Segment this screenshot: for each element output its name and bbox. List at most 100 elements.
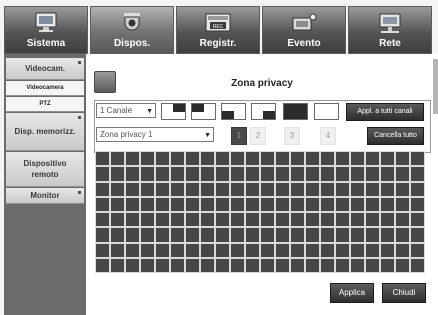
mask-cell[interactable]	[171, 152, 184, 166]
privacy-mask-grid[interactable]	[95, 151, 425, 273]
mask-cell[interactable]	[306, 197, 319, 211]
mask-cell[interactable]	[111, 167, 124, 181]
mask-cell[interactable]	[126, 243, 139, 257]
mask-cell[interactable]	[186, 152, 199, 166]
mask-cell[interactable]	[381, 258, 394, 272]
mask-cell[interactable]	[141, 228, 154, 242]
mask-cell[interactable]	[246, 197, 259, 211]
mask-cell[interactable]	[126, 182, 139, 196]
mask-cell[interactable]	[96, 258, 109, 272]
tab-evento[interactable]: Evento	[262, 6, 346, 54]
mask-cell[interactable]	[126, 228, 139, 242]
mask-cell[interactable]	[201, 167, 214, 181]
mask-cell[interactable]	[321, 243, 334, 257]
mask-cell[interactable]	[396, 228, 409, 242]
mask-cell[interactable]	[186, 213, 199, 227]
mask-cell[interactable]	[216, 258, 229, 272]
zone-number-3[interactable]: 3	[284, 127, 300, 145]
mask-cell[interactable]	[306, 182, 319, 196]
mask-cell[interactable]	[366, 182, 379, 196]
mask-cell[interactable]	[216, 152, 229, 166]
mask-cell[interactable]	[306, 243, 319, 257]
mask-cell[interactable]	[111, 182, 124, 196]
mask-cell[interactable]	[111, 228, 124, 242]
mask-cell[interactable]	[351, 197, 364, 211]
mask-cell[interactable]	[96, 152, 109, 166]
mask-cell[interactable]	[246, 213, 259, 227]
mask-cell[interactable]	[291, 228, 304, 242]
mask-cell[interactable]	[216, 213, 229, 227]
mask-cell[interactable]	[366, 213, 379, 227]
mask-cell[interactable]	[261, 228, 274, 242]
tab-rete[interactable]: Rete	[348, 6, 432, 54]
mask-cell[interactable]	[156, 182, 169, 196]
mask-cell[interactable]	[276, 152, 289, 166]
mask-cell[interactable]	[186, 258, 199, 272]
tab-sistema[interactable]: Sistema	[4, 6, 88, 54]
sidebar-item-disp-memorizz[interactable]: Disp. memorizz.	[6, 113, 84, 151]
mask-cell[interactable]	[276, 243, 289, 257]
mask-cell[interactable]	[96, 167, 109, 181]
apply-button[interactable]: Applica	[330, 283, 374, 303]
channel-select[interactable]: 1 Canale ▼	[96, 103, 156, 118]
mask-cell[interactable]	[336, 167, 349, 181]
mask-cell[interactable]	[201, 213, 214, 227]
mask-cell[interactable]	[306, 152, 319, 166]
mask-cell[interactable]	[216, 197, 229, 211]
mask-cell[interactable]	[381, 228, 394, 242]
mask-cell[interactable]	[336, 197, 349, 211]
mask-cell[interactable]	[261, 182, 274, 196]
mask-cell[interactable]	[171, 258, 184, 272]
mask-cell[interactable]	[171, 213, 184, 227]
mask-cell[interactable]	[261, 213, 274, 227]
mask-cell[interactable]	[276, 213, 289, 227]
mask-cell[interactable]	[336, 182, 349, 196]
mask-cell[interactable]	[321, 182, 334, 196]
mask-cell[interactable]	[351, 228, 364, 242]
mask-cell[interactable]	[231, 152, 244, 166]
mask-cell[interactable]	[321, 228, 334, 242]
mask-cell[interactable]	[201, 182, 214, 196]
mask-cell[interactable]	[276, 197, 289, 211]
mask-cell[interactable]	[111, 152, 124, 166]
mask-cell[interactable]	[261, 167, 274, 181]
mask-cell[interactable]	[366, 243, 379, 257]
mask-cell[interactable]	[171, 243, 184, 257]
mask-cell[interactable]	[396, 152, 409, 166]
mask-cell[interactable]	[291, 258, 304, 272]
mask-cell[interactable]	[396, 213, 409, 227]
mask-cell[interactable]	[306, 167, 319, 181]
mask-cell[interactable]	[366, 152, 379, 166]
mask-cell[interactable]	[351, 258, 364, 272]
mask-cell[interactable]	[351, 243, 364, 257]
mask-cell[interactable]	[351, 182, 364, 196]
mask-cell[interactable]	[156, 167, 169, 181]
mask-cell[interactable]	[291, 213, 304, 227]
mask-cell[interactable]	[381, 213, 394, 227]
mask-cell[interactable]	[261, 152, 274, 166]
mask-cell[interactable]	[291, 182, 304, 196]
mask-cell[interactable]	[96, 197, 109, 211]
sidebar-item-dispositivo-remoto[interactable]: Dispositivo remoto	[6, 152, 84, 187]
mask-cell[interactable]	[156, 197, 169, 211]
mask-cell[interactable]	[156, 258, 169, 272]
layout-button-bottom-left[interactable]	[221, 103, 246, 120]
layout-button-full[interactable]	[283, 103, 308, 120]
mask-cell[interactable]	[126, 152, 139, 166]
mask-cell[interactable]	[231, 182, 244, 196]
mask-cell[interactable]	[411, 228, 424, 242]
mask-cell[interactable]	[171, 228, 184, 242]
mask-cell[interactable]	[141, 197, 154, 211]
mask-cell[interactable]	[156, 152, 169, 166]
mask-cell[interactable]	[396, 182, 409, 196]
mask-cell[interactable]	[276, 167, 289, 181]
mask-cell[interactable]	[321, 197, 334, 211]
mask-cell[interactable]	[246, 152, 259, 166]
mask-cell[interactable]	[261, 197, 274, 211]
mask-cell[interactable]	[276, 258, 289, 272]
zone-number-1[interactable]: 1	[231, 127, 247, 145]
mask-cell[interactable]	[246, 167, 259, 181]
mask-cell[interactable]	[171, 167, 184, 181]
mask-cell[interactable]	[381, 182, 394, 196]
mask-cell[interactable]	[186, 182, 199, 196]
